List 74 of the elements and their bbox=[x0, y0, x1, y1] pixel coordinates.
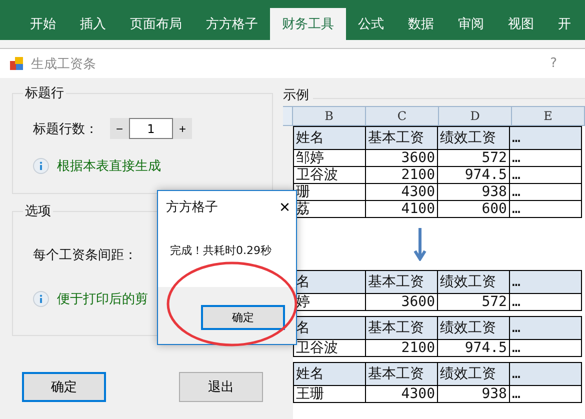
ribbon-tab[interactable]: 视图 bbox=[496, 8, 546, 40]
table-header-cell: 基本工资 bbox=[366, 127, 438, 150]
dialog-title: 生成工资条 bbox=[31, 56, 97, 72]
field-label: 每个工资条间距： bbox=[33, 247, 137, 264]
table-cell: 974.5 bbox=[438, 340, 510, 357]
table-cell: 4300 bbox=[366, 386, 438, 403]
table-header-cell: … bbox=[510, 127, 582, 150]
ribbon-tab[interactable]: 财务工具 bbox=[270, 8, 346, 40]
table-cell: … bbox=[510, 167, 582, 184]
table-cell: 938 bbox=[438, 184, 510, 201]
ribbon-tab[interactable]: 审阅 bbox=[446, 8, 496, 40]
table-header-cell: 基本工资 bbox=[366, 363, 438, 386]
ribbon-tab[interactable]: 开 bbox=[546, 8, 583, 40]
app-icon bbox=[10, 56, 24, 70]
table-cell: … bbox=[510, 386, 582, 403]
ribbon-tab[interactable]: 开始 bbox=[18, 8, 68, 40]
table-header-cell: … bbox=[510, 363, 582, 386]
table-cell: … bbox=[510, 294, 582, 311]
table-cell: 3600 bbox=[366, 294, 438, 311]
number-field[interactable]: 1 bbox=[129, 118, 173, 139]
dialog-button[interactable]: 确定 bbox=[22, 372, 106, 402]
table-cell: … bbox=[510, 150, 582, 167]
table-header-cell: 绩效工资 bbox=[438, 271, 510, 294]
table-cell: 卫谷波 bbox=[294, 167, 366, 184]
message-text: 完成！共耗时0.29秒 bbox=[169, 243, 272, 259]
table-cell: 600 bbox=[438, 201, 510, 218]
table-header-cell: 姓名 bbox=[294, 363, 366, 386]
table-cell: 3600 bbox=[366, 150, 438, 167]
table-cell: … bbox=[510, 201, 582, 218]
table-cell: 572 bbox=[438, 294, 510, 311]
table-cell: 938 bbox=[438, 386, 510, 403]
info-text: 便于打印后的剪 bbox=[57, 291, 148, 308]
table-header-cell: 基本工资 bbox=[366, 317, 438, 340]
table-header-cell: 基本工资 bbox=[366, 271, 438, 294]
table-cell: 2100 bbox=[366, 340, 438, 357]
field-label: 标题行数： bbox=[33, 120, 98, 138]
table-cell: 974.5 bbox=[438, 167, 510, 184]
decrement-button[interactable]: − bbox=[110, 118, 129, 139]
column-header: E bbox=[512, 107, 585, 125]
column-header: B bbox=[293, 107, 366, 125]
table-header-cell: 绩效工资 bbox=[438, 317, 510, 340]
table-cell: 王珊 bbox=[294, 386, 366, 403]
group-title: 示例 bbox=[283, 87, 309, 104]
message-title: 方方格子 bbox=[166, 199, 218, 216]
table-header-cell: … bbox=[510, 317, 582, 340]
table-header-cell: 绩效工资 bbox=[438, 127, 510, 150]
increment-button[interactable]: + bbox=[173, 118, 192, 139]
ribbon-tab[interactable]: 方方格子 bbox=[194, 8, 270, 40]
table-cell: 2100 bbox=[366, 167, 438, 184]
info-icon bbox=[33, 291, 49, 307]
table-cell: 572 bbox=[438, 150, 510, 167]
help-button[interactable]: ? bbox=[550, 56, 557, 71]
info-icon bbox=[33, 158, 49, 174]
info-text: 根据本表直接生成 bbox=[57, 158, 161, 175]
ribbon-tab[interactable]: 插入 bbox=[68, 8, 118, 40]
group-title: 标题行 bbox=[24, 85, 65, 102]
ribbon-tab[interactable]: 数据 bbox=[396, 8, 446, 40]
group-title: 选项 bbox=[24, 203, 52, 220]
table-cell: … bbox=[510, 340, 582, 357]
table-cell: 4300 bbox=[366, 184, 438, 201]
table-cell: 邹婷 bbox=[294, 150, 366, 167]
table-cell: 4100 bbox=[366, 201, 438, 218]
table-header-cell: 绩效工资 bbox=[438, 363, 510, 386]
ribbon-tab[interactable]: 页面布局 bbox=[118, 8, 194, 40]
close-button[interactable]: × bbox=[279, 196, 290, 218]
column-header: D bbox=[439, 107, 512, 125]
table-header-cell: … bbox=[510, 271, 582, 294]
dialog-button[interactable]: 退出 bbox=[179, 372, 263, 402]
down-arrow-icon bbox=[413, 227, 427, 261]
column-header: C bbox=[366, 107, 439, 125]
ribbon-tab[interactable]: 公式 bbox=[346, 8, 396, 40]
ok-button[interactable]: 确定 bbox=[201, 305, 285, 330]
table-cell: … bbox=[510, 184, 582, 201]
table-header-cell: 姓名 bbox=[294, 127, 366, 150]
